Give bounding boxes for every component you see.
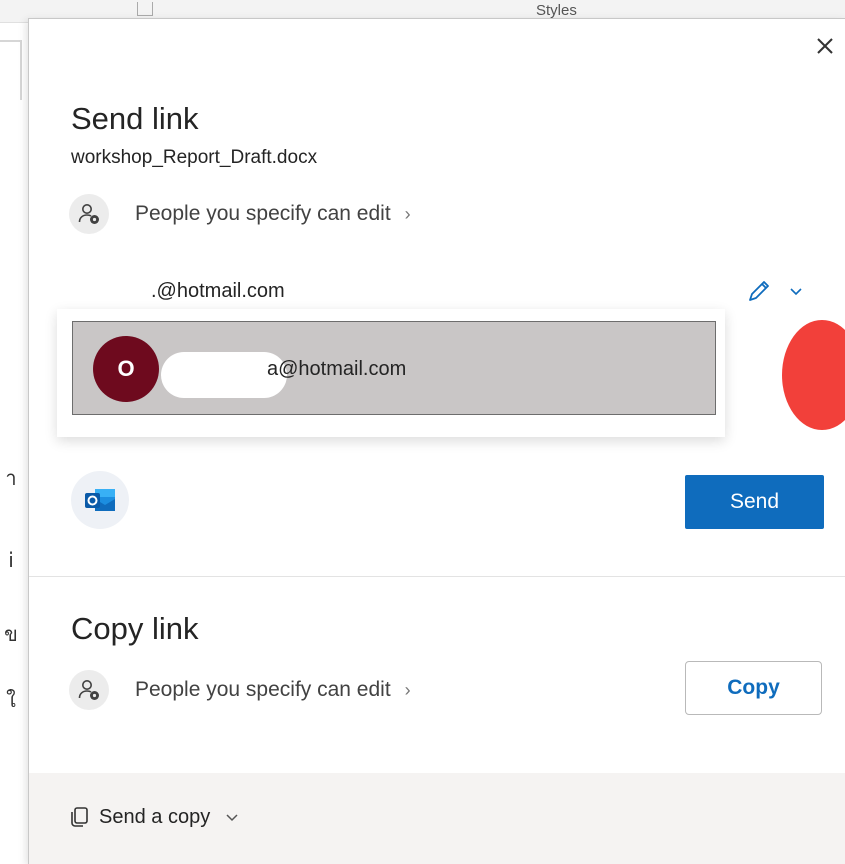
document-text-fragment: า (5, 466, 17, 490)
recipient-email-input[interactable] (71, 269, 717, 313)
chevron-down-icon (226, 814, 238, 822)
permission-label: People you specify can edit (135, 202, 391, 225)
outlook-button[interactable] (71, 471, 129, 529)
document-text-fragment: ใ (6, 688, 16, 712)
chevron-right-icon: › (404, 203, 411, 224)
chevron-right-icon: › (404, 679, 411, 700)
people-settings-icon (69, 194, 109, 234)
document-text-fragment: ข (4, 622, 18, 646)
send-a-copy-label: Send a copy (99, 805, 211, 828)
copy-link-permission-selector[interactable]: People you specify can edit › (69, 668, 411, 712)
copy-icon (71, 807, 88, 827)
close-button[interactable] (811, 32, 839, 60)
send-link-title: Send link (71, 101, 199, 136)
suggested-contact-email: a@hotmail.com (267, 358, 407, 380)
pencil-icon (749, 281, 769, 301)
copy-button[interactable]: Copy (685, 661, 822, 715)
document-ruler-edge (20, 40, 22, 100)
send-link-permission-selector[interactable]: People you specify can edit › (69, 192, 411, 236)
document-text-fragment: i (8, 548, 14, 572)
permission-edit-dropdown[interactable] (745, 271, 815, 311)
send-a-copy-button[interactable]: Send a copy (67, 797, 240, 837)
send-button[interactable]: Send (685, 475, 824, 529)
share-dialog: Send link workshop_Report_Draft.docx Peo… (28, 18, 845, 864)
copy-link-title: Copy link (71, 611, 199, 646)
close-icon (817, 38, 833, 54)
outlook-icon (85, 489, 115, 511)
chevron-down-icon (790, 288, 802, 296)
dialog-footer: Send a copy (29, 773, 845, 864)
people-settings-icon (69, 670, 109, 710)
file-name: workshop_Report_Draft.docx (71, 147, 318, 168)
avatar: O (93, 336, 159, 402)
suggested-contact[interactable]: O a@hotmail.com (72, 321, 716, 415)
styles-group-label: Styles (536, 2, 577, 19)
permission-label: People you specify can edit (135, 678, 391, 701)
section-divider (29, 576, 845, 577)
ribbon-group-icon (137, 2, 153, 16)
document-ruler (0, 40, 22, 42)
